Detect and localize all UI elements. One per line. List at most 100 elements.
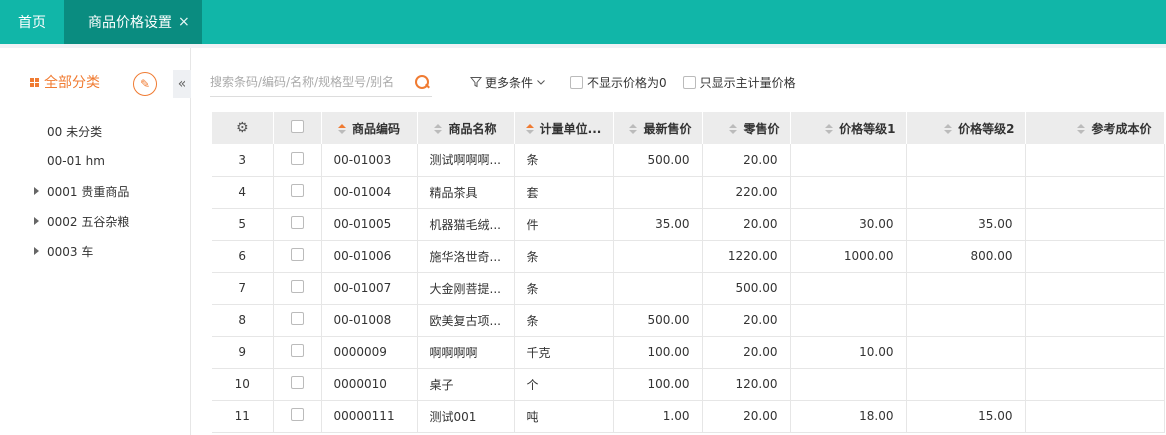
tree-item-car[interactable]: 0003 车	[0, 236, 190, 266]
header-retail-price[interactable]: 零售价	[702, 112, 791, 144]
header-product-code[interactable]: 商品编码	[321, 112, 418, 144]
cell-name: 测试啊啊啊...	[417, 144, 515, 177]
category-tree: 00 未分类 00-01 hm 0001 贵重商品 0002 五谷杂粮 0003…	[0, 116, 190, 266]
header-reference-cost[interactable]: 参考成本价	[1025, 112, 1165, 144]
table-row[interactable]: 7 00-01007 大金刚菩提... 条 500.00	[212, 272, 1165, 305]
edit-icon: ✎	[139, 77, 151, 91]
only-main-unit-checkbox[interactable]	[682, 75, 696, 89]
header-unit[interactable]: 计量单位...	[514, 112, 614, 144]
row-checkbox[interactable]	[290, 344, 304, 357]
cell-lv2: 800.00	[906, 240, 1026, 273]
cell-cost	[1025, 240, 1165, 273]
header-price-level-2[interactable]: 价格等级2	[906, 112, 1026, 144]
tree-item-grains[interactable]: 0002 五谷杂粮	[0, 206, 190, 236]
search-icon[interactable]	[414, 74, 430, 90]
cell-cost	[1025, 400, 1165, 433]
more-conditions-label: 更多条件	[485, 75, 534, 90]
only-main-unit-label: 只显示主计量价格	[699, 75, 796, 90]
table-row[interactable]: 3 00-01003 测试啊啊啊... 条 500.00 20.00	[212, 144, 1165, 177]
table-row[interactable]: 6 00-01006 施华洛世奇... 条 1220.00 1000.00 800.00	[212, 240, 1165, 273]
row-select-cell[interactable]	[273, 272, 322, 305]
cell-latest	[613, 272, 703, 305]
tab-home[interactable]: 首页	[0, 0, 64, 44]
cell-lv2	[906, 304, 1026, 337]
sort-icon	[1077, 123, 1086, 134]
table-row[interactable]: 4 00-01004 精品茶具套 220.00	[212, 176, 1165, 209]
column-settings[interactable]: ⚙	[212, 112, 274, 144]
cell-cost	[1025, 176, 1165, 209]
cell-name: 精品茶具	[417, 176, 515, 209]
hide-zero-price-checkbox[interactable]	[570, 75, 584, 89]
table-row[interactable]: 9 0000009 啊啊啊啊 千克 100.00 20.00 10.00	[212, 336, 1165, 369]
cell-lv1	[790, 368, 907, 401]
row-checkbox[interactable]	[290, 312, 304, 325]
sort-icon	[825, 123, 834, 134]
edit-category-button[interactable]: ✎	[133, 72, 157, 96]
table-row[interactable]: 11 00000111 测试001 吨 1.00 20.00 18.00 15.00	[212, 400, 1165, 433]
row-checkbox[interactable]	[290, 184, 304, 197]
table-row[interactable]: 5 00-01005 机器猫毛绒... 件 35.00 20.00 30.00 35.00	[212, 208, 1165, 241]
cell-lv2	[906, 272, 1026, 305]
row-checkbox[interactable]	[290, 280, 304, 293]
hide-zero-price-label: 不显示价格为0	[587, 75, 667, 90]
cell-cost	[1025, 304, 1165, 337]
tab-price-settings-label: 商品价格设置	[88, 15, 172, 31]
cell-name: 机器猫毛绒...	[417, 208, 515, 241]
cell-cost	[1025, 336, 1165, 369]
sort-icon	[629, 123, 638, 134]
cell-idx: 6	[212, 240, 274, 273]
row-select-cell[interactable]	[273, 304, 322, 337]
only-main-unit-option[interactable]: 只显示主计量价格	[682, 74, 796, 91]
tree-item-uncategorized[interactable]: 00 未分类	[0, 116, 190, 146]
cell-latest: 1.00	[613, 400, 703, 433]
cell-unit: 条	[514, 304, 614, 337]
row-select-cell[interactable]	[273, 368, 322, 401]
cell-code: 00-01005	[321, 208, 418, 241]
header-price-level-1[interactable]: 价格等级1	[790, 112, 907, 144]
cell-lv2	[906, 368, 1026, 401]
select-all-checkbox[interactable]	[290, 120, 304, 133]
tab-price-settings[interactable]: 商品价格设置 ×	[64, 0, 202, 44]
row-checkbox[interactable]	[290, 248, 304, 261]
row-select-cell[interactable]	[273, 208, 322, 241]
sort-icon	[729, 123, 738, 134]
select-all-cell[interactable]	[273, 112, 322, 144]
row-select-cell[interactable]	[273, 400, 322, 433]
row-checkbox[interactable]	[290, 151, 304, 165]
all-categories-header[interactable]: 全部分类	[0, 48, 190, 116]
table-row[interactable]: 10 0000010 桌子个 100.00 120.00	[212, 368, 1165, 401]
filter-icon	[470, 77, 482, 88]
table-row[interactable]: 8 00-01008 欧美复古项... 条 500.00 20.00	[212, 304, 1165, 337]
row-select-cell[interactable]	[273, 176, 322, 209]
row-checkbox[interactable]	[290, 376, 304, 389]
more-conditions-button[interactable]: 更多条件	[470, 74, 546, 91]
tree-item-hm[interactable]: 00-01 hm	[0, 146, 190, 176]
cell-lv1	[790, 144, 907, 177]
tree-item-label: 0001 贵重商品	[47, 184, 130, 199]
header-product-name[interactable]: 商品名称	[417, 112, 515, 144]
collapse-sidebar-button[interactable]: «	[173, 70, 191, 98]
tree-item-label: 0002 五谷杂粮	[47, 214, 130, 229]
cell-retail: 500.00	[702, 272, 791, 305]
cell-code: 00-01004	[321, 176, 418, 209]
cell-lv1: 1000.00	[790, 240, 907, 273]
row-select-cell[interactable]	[273, 336, 322, 369]
grid-icon	[30, 77, 39, 87]
search-input[interactable]	[210, 74, 414, 89]
cell-cost	[1025, 208, 1165, 241]
cell-lv2	[906, 176, 1026, 209]
content-area: 更多条件 不显示价格为0 只显示主计量价格 ⚙	[191, 48, 1166, 435]
row-select-cell[interactable]	[273, 144, 322, 177]
row-checkbox[interactable]	[290, 216, 304, 229]
cell-idx: 3	[212, 144, 274, 177]
tree-item-label: 00-01 hm	[47, 154, 105, 168]
table-header-row: ⚙ 商品编码 商品名称 计量单位... 最新售价 零售价 价格等级1 价格等级2…	[212, 112, 1165, 144]
hide-zero-price-option[interactable]: 不显示价格为0	[570, 74, 667, 91]
row-checkbox[interactable]	[290, 408, 304, 421]
close-icon[interactable]: ×	[178, 14, 190, 30]
header-label: 商品编码	[351, 121, 400, 136]
tree-item-valuables[interactable]: 0001 贵重商品	[0, 176, 190, 206]
header-latest-price[interactable]: 最新售价	[613, 112, 703, 144]
cell-retail: 20.00	[702, 400, 791, 433]
row-select-cell[interactable]	[273, 240, 322, 273]
